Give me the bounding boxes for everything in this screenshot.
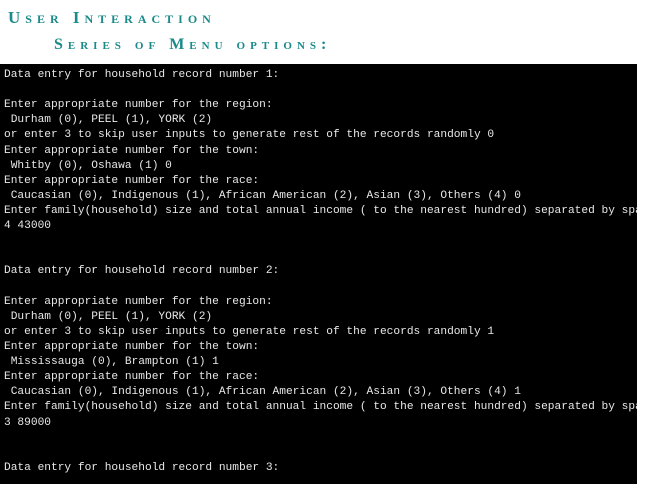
terminal-output: Data entry for household record number 1… (0, 64, 637, 484)
page-subtitle: Series of Menu options: (6, 36, 645, 54)
page-title: User Interaction (6, 8, 645, 28)
heading-area: User Interaction Series of Menu options: (0, 0, 645, 64)
